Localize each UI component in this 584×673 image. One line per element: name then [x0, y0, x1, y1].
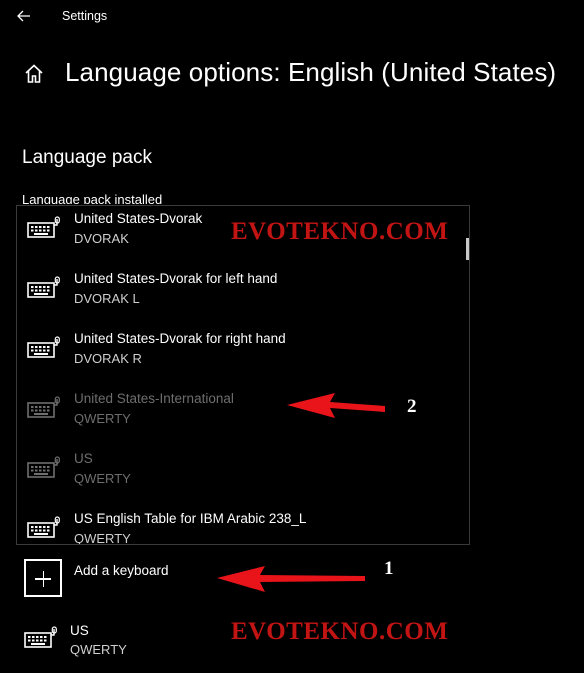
keyboard-picker-flyout: United States-Dvorak DVORAK United States-…	[16, 205, 470, 545]
keyboard-name: United States-Dvorak for left hand	[74, 271, 278, 286]
keyboard-icon	[27, 516, 60, 538]
keyboard-name: United States-Dvorak	[74, 211, 203, 226]
keyboard-name: US English Table for IBM Arabic 238_L	[74, 511, 307, 526]
keyboard-list-item[interactable]: United States-Dvorak for left hand DVORAK…	[17, 266, 457, 326]
add-keyboard-label: Add a keyboard	[74, 563, 169, 578]
back-arrow-icon[interactable]	[10, 5, 38, 27]
page-title: Language options: English (United States…	[65, 57, 557, 87]
keyboard-icon	[27, 396, 60, 418]
keyboard-layout: DVORAK L	[74, 291, 140, 306]
language-pack-status: Language pack installed	[22, 192, 163, 204]
scrollbar-thumb[interactable]	[466, 238, 469, 260]
keyboard-layout: DVORAK R	[74, 351, 142, 366]
title-bar: Settings	[0, 0, 584, 34]
keyboard-layout: QWERTY	[74, 411, 131, 426]
plus-icon	[24, 559, 62, 597]
keyboard-name: US	[74, 451, 93, 466]
keyboard-layout: DVORAK	[74, 231, 129, 246]
callout-number: 2	[407, 396, 417, 417]
home-icon[interactable]	[22, 62, 46, 86]
annotation-arrow-icon	[287, 393, 385, 418]
watermark: EVOTEKNO.COM	[231, 218, 449, 245]
keyboard-layout: QWERTY	[74, 471, 131, 486]
keyboard-list-item[interactable]: United States-Dvorak for right hand DVORA…	[17, 326, 457, 386]
keyboard-name: United States-International	[74, 391, 234, 406]
installed-keyboard-layout: QWERTY	[70, 642, 127, 657]
keyboard-list-item: US QWERTY	[17, 446, 457, 506]
keyboard-icon	[24, 626, 57, 648]
keyboard-icon	[27, 456, 60, 478]
keyboard-list-item[interactable]: US English Table for IBM Arabic 238_L QWE…	[17, 506, 457, 545]
installed-keyboard-name: US	[70, 623, 89, 638]
keyboard-name: United States-Dvorak for right hand	[74, 331, 286, 346]
keyboard-icon	[27, 276, 60, 298]
app-title: Settings	[62, 9, 108, 23]
keyboard-icon	[27, 336, 60, 358]
annotation-arrow-icon	[217, 566, 365, 592]
watermark: EVOTEKNO.COM	[231, 618, 449, 645]
section-title-language-pack: Language pack	[22, 147, 152, 168]
callout-number: 1	[384, 558, 394, 579]
keyboard-layout: QWERTY	[74, 531, 131, 545]
keyboard-icon	[27, 216, 60, 238]
